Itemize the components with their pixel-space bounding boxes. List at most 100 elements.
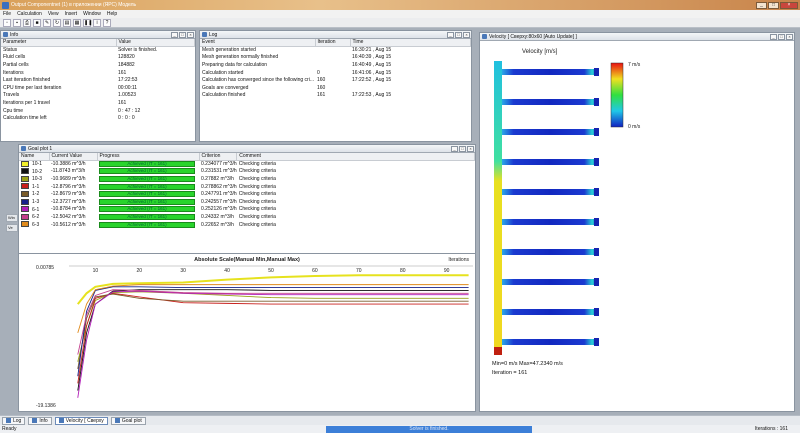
velocity-icon (482, 34, 487, 39)
new-icon[interactable]: ▫ (3, 18, 11, 27)
task-log[interactable]: Log (2, 416, 26, 425)
stop-icon[interactable]: ■ (33, 18, 41, 27)
goal-plot-icon (114, 418, 120, 423)
log-time: 16:40:39 , Aug 15 (352, 54, 392, 61)
mdi-area: Info _ □ × Parameter Value Status Solver … (0, 28, 800, 415)
close-button[interactable]: × (780, 1, 798, 9)
minimize-button[interactable]: _ (756, 1, 767, 9)
chart-icon[interactable]: ▤ (63, 18, 71, 27)
panel-minimize-button[interactable]: _ (447, 31, 454, 38)
goal-row[interactable]: 1-3 -12.3727 m^3/h Achieved (IT = 161) 0.24… (19, 198, 475, 206)
maximize-button[interactable]: □ (768, 1, 779, 9)
log-event: Mesh generation normally finished (202, 54, 279, 61)
goal-name: 10-1 (32, 161, 43, 168)
branch-pipe-end (594, 218, 599, 226)
menu-help[interactable]: Help (107, 11, 117, 17)
iteration-text: Iteration = 161 (492, 370, 527, 376)
refresh-icon[interactable]: ↻ (53, 18, 61, 27)
table-icon[interactable]: ▦ (73, 18, 81, 27)
info-row[interactable]: Travels 1.00523 (1, 92, 195, 100)
menu-file[interactable]: File (3, 11, 11, 17)
info-row[interactable]: Last iteration finished 17:22:53 (1, 76, 195, 84)
goal-row[interactable]: 10-3 -10.9689 m^3/h Achieved (IT = 161) 0.2… (19, 175, 475, 183)
panel-minimize-button[interactable]: _ (451, 145, 458, 152)
print-icon[interactable]: ⎙ (23, 18, 31, 27)
menu-view[interactable]: View (48, 11, 59, 17)
goal-row[interactable]: 1-2 -12.8679 m^3/h Achieved (IT = 161) 0.24… (19, 190, 475, 198)
log-row[interactable]: Calculation has converged since the foll… (200, 76, 471, 84)
panel-restore-button[interactable]: □ (459, 145, 466, 152)
goals-col-progress: Progress (97, 153, 200, 161)
panel-close-button[interactable]: × (187, 31, 194, 38)
task-info[interactable]: Info (28, 416, 52, 425)
pause-icon[interactable]: ❚❚ (83, 18, 92, 27)
info-row[interactable]: Partial cells 184882 (1, 61, 195, 69)
goal-comment: Checking criteria (238, 175, 276, 182)
branch-pipe-end (594, 338, 599, 346)
open-icon[interactable]: ▪ (13, 18, 21, 27)
goal-plot-header: Goal plot 1 _ □ × (19, 145, 475, 153)
log-row[interactable]: Goals are converged 160 (200, 84, 471, 92)
log-time: 16:40:49 , Aug 15 (352, 61, 392, 68)
info-panel-title: Info (10, 31, 19, 38)
panel-minimize-button[interactable]: _ (770, 33, 777, 40)
convergence-chart[interactable]: Absolute Scale(Manual Min,Manual Max) It… (19, 254, 475, 410)
info-row[interactable]: Calculation time left 0 : 0 : 0 (1, 114, 195, 122)
panel-close-button[interactable]: × (467, 145, 474, 152)
log-event: Calculation has converged since the foll… (202, 77, 315, 84)
goal-criterion: 0.252126 m^3/h (201, 206, 237, 213)
goal-row[interactable]: 10-2 -11.8743 m^3/h Achieved (IT = 161) 0.2… (19, 168, 475, 176)
goal-row[interactable]: 6-1 -10.8784 m^3/h Achieved (IT = 161) 0.25… (19, 206, 475, 214)
goal-row[interactable]: 10-1 -10.3886 m^3/h Achieved (IT = 161) 0.2… (19, 160, 475, 168)
goal-progress-cell: Achieved (IT = 161) (97, 160, 199, 168)
goal-progress-bar: Achieved (IT = 161) (99, 168, 195, 175)
goal-name: 6-1 (32, 206, 40, 213)
info-row[interactable]: Iterations 161 (1, 69, 195, 77)
info-row[interactable]: Iterations per 1 travel 161 (1, 99, 195, 107)
panel-restore-button[interactable]: □ (455, 31, 462, 38)
panel-close-button[interactable]: × (463, 31, 470, 38)
info-row[interactable]: Fluid cells 128820 (1, 54, 195, 62)
log-row[interactable]: Calculation finished 161 17:22:53 , Aug 15 (200, 92, 471, 100)
goal-row[interactable]: 1-1 -12.8796 m^3/h Achieved (IT = 161) 0.27… (19, 183, 475, 191)
info-row[interactable]: Status Solver is finished. (1, 46, 195, 54)
log-iteration: 161 (317, 92, 326, 99)
goal-criterion: 0.278862 m^3/h (201, 183, 237, 190)
panel-minimize-button[interactable]: _ (171, 31, 178, 38)
panel-restore-button[interactable]: □ (778, 33, 785, 40)
goal-row[interactable]: 6-3 -10.5612 m^3/h Achieved (IT = 161) 0.22… (19, 221, 475, 229)
info-parameter: Travels (3, 92, 20, 99)
panel-restore-button[interactable]: □ (179, 31, 186, 38)
log-row[interactable]: Preparing data for calculation 16:40:49 ,… (200, 61, 471, 69)
menu-calculation[interactable]: Calculation (17, 11, 42, 17)
goal-current-value: -10.9689 m^3/h (51, 175, 86, 182)
menu-insert[interactable]: Insert (65, 11, 78, 17)
help-icon[interactable]: ? (103, 18, 111, 27)
log-row[interactable]: Mesh generation normally finished 16:40:3… (200, 54, 471, 62)
info-table: Parameter Value Status Solver is finished… (1, 39, 195, 122)
branch-pipe (502, 249, 599, 255)
pencil-icon[interactable]: ✎ (43, 18, 51, 27)
log-iteration (315, 61, 350, 69)
task-velocity[interactable]: Velocity [ Сверху (54, 416, 108, 425)
status-ready: Ready (2, 426, 17, 432)
goal-color-swatch (21, 168, 29, 175)
goal-plot-panel: Goal plot 1 _ □ × Name Current Value Pro… (18, 144, 476, 254)
goal-progress-cell: Achieved (IT = 161) (97, 175, 199, 183)
goal-row[interactable]: 6-2 -12.5042 m^3/h Achieved (IT = 161) 0.24… (19, 213, 475, 221)
info-icon[interactable]: i (93, 18, 101, 27)
menu-window[interactable]: Window (83, 11, 101, 17)
log-event: Calculation started (202, 69, 244, 76)
outlet-pipe (494, 347, 502, 355)
panel-close-button[interactable]: × (786, 33, 793, 40)
collapsed-tab-1[interactable]: Win (6, 214, 18, 222)
velocity-view[interactable]: Velocity [m/s] 7 m/s 0 m/s Min=0 m/s Max… (480, 41, 794, 411)
collapsed-tab-2[interactable]: Ve (6, 224, 18, 232)
info-row[interactable]: Cpu time 0 : 47 : 12 (1, 107, 195, 115)
log-time: 17:22:53 , Aug 15 (352, 92, 392, 99)
status-bar: Ready Solver is finished. Iterations : 1… (0, 425, 800, 433)
task-goal-plot[interactable]: Goal plot (110, 416, 146, 425)
info-row[interactable]: CPU time per last iteration 00:00:11 (1, 84, 195, 92)
log-row[interactable]: Calculation started 0 16:41:06 , Aug 15 (200, 69, 471, 77)
log-row[interactable]: Mesh generation started 16:30:21 , Aug 15 (200, 46, 471, 54)
